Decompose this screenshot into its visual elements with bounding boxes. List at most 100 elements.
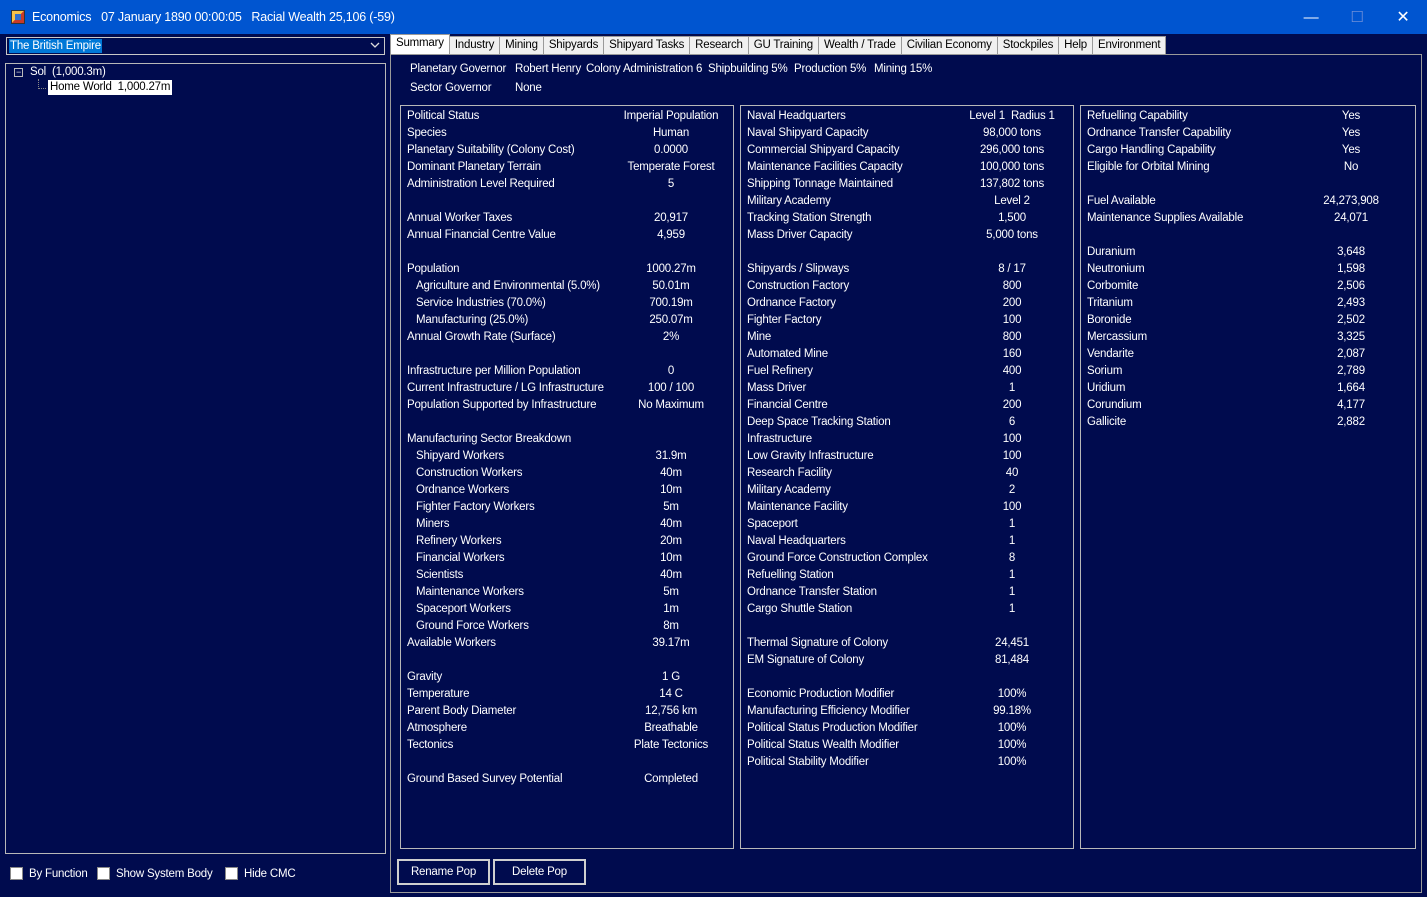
tree-node-system[interactable]: Sol (1,000.3m) bbox=[30, 66, 106, 78]
stat-label: Available Workers bbox=[407, 637, 496, 649]
stat-label: Mass Driver Capacity bbox=[747, 229, 853, 241]
stat-row: Tritanium 2,493 bbox=[1081, 295, 1415, 312]
delete-pop-button[interactable]: Delete Pop bbox=[493, 859, 586, 885]
stat-label: Tritanium bbox=[1087, 297, 1133, 309]
stat-row: Maintenance Supplies Available 24,071 bbox=[1081, 210, 1415, 227]
stat-label: Automated Mine bbox=[747, 348, 828, 360]
stat-label: Administration Level Required bbox=[407, 178, 555, 190]
maximize-button[interactable]: ☐ bbox=[1334, 0, 1380, 34]
tab-environment[interactable]: Environment bbox=[1093, 36, 1167, 55]
stat-label: Infrastructure per Million Population bbox=[407, 365, 581, 377]
stat-value: 2,789 bbox=[1337, 365, 1365, 377]
stat-row: Ordnance Factory 200 bbox=[741, 295, 1073, 312]
stat-value: 39.17m bbox=[652, 637, 690, 649]
tab-mining[interactable]: Mining bbox=[500, 36, 544, 55]
stat-label: Economic Production Modifier bbox=[747, 688, 895, 700]
stat-label: Construction Factory bbox=[747, 280, 850, 292]
close-button[interactable]: ✕ bbox=[1380, 0, 1426, 34]
tab-civilian-economy[interactable]: Civilian Economy bbox=[901, 36, 998, 55]
system-tree[interactable]: − Sol (1,000.3m) Home World 1,000.27m bbox=[5, 63, 386, 854]
stat-row: Gallicite 2,882 bbox=[1081, 414, 1415, 431]
stat-value: Temperate Forest bbox=[627, 161, 715, 173]
governor-bonus: Production 5% bbox=[794, 63, 867, 75]
stat-row: Political Status Wealth Modifier 100% bbox=[741, 737, 1073, 754]
stat-value: 400 bbox=[1002, 365, 1022, 377]
by-function-checkbox-row[interactable]: By Function bbox=[10, 867, 88, 880]
planetary-governor-label: Planetary Governor bbox=[410, 63, 507, 75]
stat-label: EM Signature of Colony bbox=[747, 654, 865, 666]
stat-label: Temperature bbox=[407, 688, 470, 700]
tab-help[interactable]: Help bbox=[1059, 36, 1093, 55]
stat-value: 98,000 tons bbox=[983, 127, 1041, 139]
stat-row: Administration Level Required 5 bbox=[401, 176, 733, 193]
tree-collapse-icon[interactable]: − bbox=[14, 68, 23, 77]
stat-label: Ground Force Workers bbox=[416, 620, 529, 632]
stat-value: 100 bbox=[1002, 433, 1022, 445]
show-system-body-checkbox-row[interactable]: Show System Body bbox=[97, 867, 213, 880]
tab-stockpiles[interactable]: Stockpiles bbox=[997, 36, 1060, 55]
stat-row: Temperature 14 C bbox=[401, 686, 733, 703]
stat-value: 800 bbox=[1002, 331, 1022, 343]
show-system-body-checkbox[interactable] bbox=[97, 867, 110, 880]
stat-row: Eligible for Orbital Mining No bbox=[1081, 159, 1415, 176]
stat-row: Uridium 1,664 bbox=[1081, 380, 1415, 397]
stat-value: 40m bbox=[660, 518, 682, 530]
stat-value: 100 bbox=[1002, 314, 1022, 326]
tab-summary[interactable]: Summary bbox=[390, 34, 450, 55]
hide-cmc-checkbox-row[interactable]: Hide CMC bbox=[225, 867, 296, 880]
race-dropdown-value: The British Empire bbox=[9, 39, 102, 53]
stat-value: 2,506 bbox=[1337, 280, 1365, 292]
stat-value: 200 bbox=[1002, 297, 1022, 309]
stat-row: Population 1000.27m bbox=[401, 261, 733, 278]
stat-label: Species bbox=[407, 127, 447, 139]
stat-row: Naval Shipyard Capacity 98,000 tons bbox=[741, 125, 1073, 142]
stat-label: Service Industries (70.0%) bbox=[416, 297, 546, 309]
stat-label: Atmosphere bbox=[407, 722, 468, 734]
stat-value: 1 bbox=[1008, 569, 1016, 581]
by-function-checkbox[interactable] bbox=[10, 867, 23, 880]
stat-label: Shipping Tonnage Maintained bbox=[747, 178, 893, 190]
stat-row: Neutronium 1,598 bbox=[1081, 261, 1415, 278]
stat-row: Vendarite 2,087 bbox=[1081, 346, 1415, 363]
stat-label: Manufacturing Sector Breakdown bbox=[407, 433, 572, 445]
stat-label: Annual Growth Rate (Surface) bbox=[407, 331, 556, 343]
minimize-button[interactable]: — bbox=[1288, 0, 1334, 34]
stat-label: Commercial Shipyard Capacity bbox=[747, 144, 900, 156]
stat-row: Cargo Shuttle Station 1 bbox=[741, 601, 1073, 618]
tab-shipyard-tasks[interactable]: Shipyard Tasks bbox=[604, 36, 691, 55]
hide-cmc-checkbox[interactable] bbox=[225, 867, 238, 880]
stat-value: 200 bbox=[1002, 399, 1022, 411]
tree-node-home-world[interactable]: Home World 1,000.27m bbox=[48, 80, 173, 95]
stat-row: Naval Headquarters Level 1 Radius 1 bbox=[741, 108, 1073, 125]
tab-gu-training[interactable]: GU Training bbox=[748, 36, 819, 55]
stat-row: Refuelling Station 1 bbox=[741, 567, 1073, 584]
stat-row: Deep Space Tracking Station 6 bbox=[741, 414, 1073, 431]
stat-value: 1 G bbox=[662, 671, 680, 683]
stat-label: Fighter Factory bbox=[747, 314, 822, 326]
race-dropdown[interactable]: The British Empire bbox=[6, 37, 385, 55]
stat-label: Ground Based Survey Potential bbox=[407, 773, 563, 785]
stat-value: Human bbox=[652, 127, 690, 139]
stat-row: Mine 800 bbox=[741, 329, 1073, 346]
tab-wealth-trade[interactable]: Wealth / Trade bbox=[818, 36, 902, 55]
stat-label: Vendarite bbox=[1087, 348, 1134, 360]
stat-value: Completed bbox=[644, 773, 698, 785]
stat-label: Tracking Station Strength bbox=[747, 212, 872, 224]
by-function-label: By Function bbox=[29, 867, 88, 880]
stat-label: Uridium bbox=[1087, 382, 1126, 394]
stat-row: Maintenance Facilities Capacity 100,000 t… bbox=[741, 159, 1073, 176]
chevron-down-icon[interactable] bbox=[369, 39, 381, 54]
stat-label: Agriculture and Environmental (5.0%) bbox=[416, 280, 600, 292]
stat-value: 8m bbox=[663, 620, 679, 632]
tab-research[interactable]: Research bbox=[690, 36, 749, 55]
stat-label: Thermal Signature of Colony bbox=[747, 637, 888, 649]
tab-industry[interactable]: Industry bbox=[449, 36, 501, 55]
stat-label: Political Status bbox=[407, 110, 480, 122]
stat-value: 1 bbox=[1008, 586, 1016, 598]
stat-label: Gravity bbox=[407, 671, 443, 683]
stat-row: Manufacturing Sector Breakdown bbox=[401, 431, 733, 448]
stat-value: 5m bbox=[663, 586, 679, 598]
rename-pop-button[interactable]: Rename Pop bbox=[397, 859, 490, 885]
tab-shipyards[interactable]: Shipyards bbox=[543, 36, 605, 55]
stat-row: Population Supported by Infrastructure No… bbox=[401, 397, 733, 414]
